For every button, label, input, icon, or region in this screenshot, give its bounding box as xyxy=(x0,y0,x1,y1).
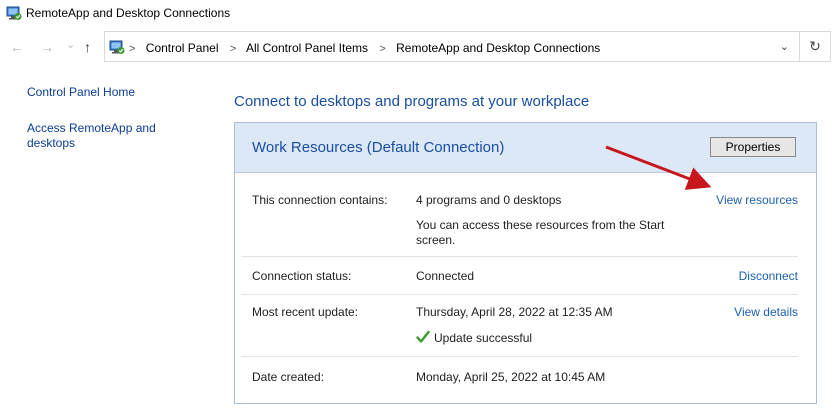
sidebar: Control Panel Home Access RemoteApp and … xyxy=(0,64,212,417)
breadcrumb-remoteapp[interactable]: RemoteApp and Desktop Connections xyxy=(396,41,600,55)
breadcrumb: > Control Panel > All Control Panel Item… xyxy=(129,41,600,55)
refresh-button[interactable]: ↻ xyxy=(800,31,831,62)
recent-locations-button[interactable]: ⌄ xyxy=(66,37,75,53)
contains-label: This connection contains: xyxy=(252,193,388,207)
properties-button[interactable]: Properties xyxy=(710,137,796,157)
status-label: Connection status: xyxy=(252,269,352,283)
row-divider xyxy=(241,356,798,357)
forward-button[interactable]: → xyxy=(40,39,54,55)
update-value: Thursday, April 28, 2022 at 12:35 AM xyxy=(416,305,613,319)
update-status: Update successful xyxy=(434,331,533,345)
chevron-right-icon[interactable]: > xyxy=(129,43,135,55)
created-label: Date created: xyxy=(252,370,325,384)
up-button[interactable]: ↑ xyxy=(84,39,91,55)
navigation-bar: ← → ⌄ ↑ > Control Panel > All Control Pa… xyxy=(0,31,838,64)
row-divider xyxy=(241,294,798,295)
view-resources-link[interactable]: View resources xyxy=(716,193,798,207)
chevron-right-icon[interactable]: > xyxy=(379,43,385,55)
row-divider xyxy=(241,256,798,257)
breadcrumb-all-items[interactable]: All Control Panel Items xyxy=(246,41,368,55)
remoteapp-icon xyxy=(6,6,22,20)
view-details-link[interactable]: View details xyxy=(734,305,798,319)
chevron-right-icon[interactable]: > xyxy=(230,43,236,55)
control-panel-home-link[interactable]: Control Panel Home xyxy=(27,85,197,100)
breadcrumb-control-panel[interactable]: Control Panel xyxy=(146,41,219,55)
title-bar: RemoteApp and Desktop Connections xyxy=(0,0,838,28)
connection-panel: Work Resources (Default Connection) Prop… xyxy=(234,122,817,404)
address-dropdown-button[interactable]: ⌄ xyxy=(780,40,789,53)
status-value: Connected xyxy=(416,269,475,283)
connection-title: Work Resources (Default Connection) xyxy=(252,139,505,156)
back-button[interactable]: ← xyxy=(10,39,24,55)
window-title: RemoteApp and Desktop Connections xyxy=(26,6,231,20)
contains-value: 4 programs and 0 desktops xyxy=(416,193,562,207)
remoteapp-icon xyxy=(109,40,125,54)
created-value: Monday, April 25, 2022 at 10:45 AM xyxy=(416,370,606,384)
page-title: Connect to desktops and programs at your… xyxy=(234,93,590,110)
contains-note: You can access these resources from the … xyxy=(416,218,665,247)
panel-header: Work Resources (Default Connection) Prop… xyxy=(235,123,816,173)
access-remoteapp-link[interactable]: Access RemoteApp and desktops xyxy=(27,121,197,151)
disconnect-link[interactable]: Disconnect xyxy=(739,269,798,283)
address-bar[interactable]: > Control Panel > All Control Panel Item… xyxy=(104,31,800,62)
update-label: Most recent update: xyxy=(252,305,359,319)
check-icon xyxy=(416,330,430,343)
